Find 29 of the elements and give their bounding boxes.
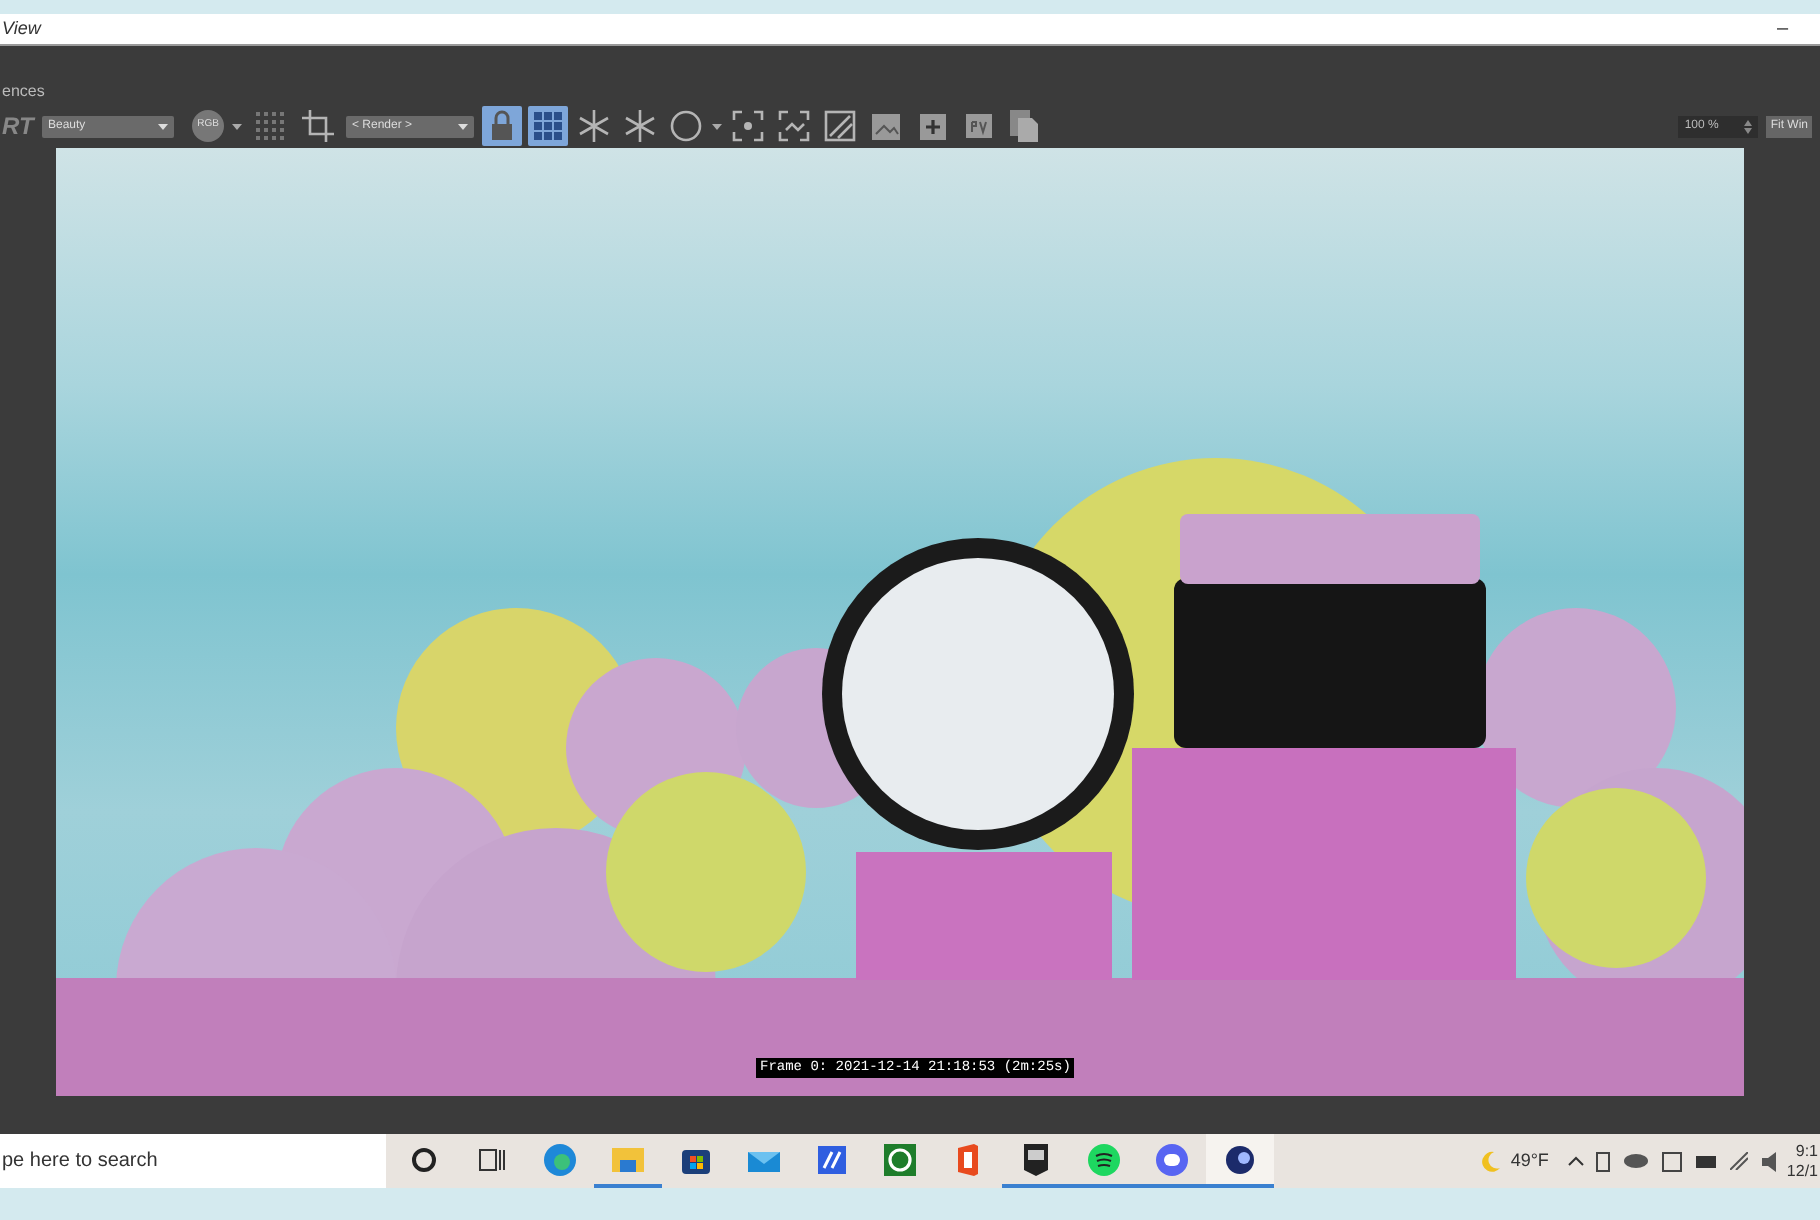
device-icon[interactable] bbox=[1596, 1151, 1611, 1171]
weather-text: 49°F bbox=[1510, 1147, 1549, 1174]
caret-icon bbox=[158, 123, 168, 129]
lock-icon[interactable] bbox=[482, 106, 522, 146]
chevron-up-icon[interactable] bbox=[1568, 1156, 1585, 1166]
minimize-button[interactable]: – bbox=[1768, 19, 1796, 39]
search-field[interactable]: pe here to search bbox=[0, 1134, 386, 1188]
snowflake-icon[interactable] bbox=[574, 106, 614, 146]
hatched-square-icon[interactable] bbox=[820, 106, 860, 146]
region-icon[interactable] bbox=[774, 106, 814, 146]
weather-icon bbox=[1478, 1149, 1503, 1173]
monitor-icon[interactable] bbox=[1662, 1151, 1683, 1171]
caret-icon bbox=[458, 123, 468, 129]
clock-date: 12/1 bbox=[1786, 1161, 1818, 1181]
circle-icon[interactable] bbox=[666, 106, 706, 146]
caret-icon bbox=[232, 123, 242, 129]
window-title: View bbox=[2, 15, 41, 42]
snowflake-icon[interactable] bbox=[620, 106, 660, 146]
crop-icon[interactable] bbox=[298, 106, 338, 146]
clock-time: 9:1 bbox=[1795, 1141, 1818, 1161]
grid-icon[interactable] bbox=[528, 106, 568, 146]
grid-dots-icon[interactable] bbox=[250, 106, 290, 146]
focus-icon[interactable] bbox=[728, 106, 768, 146]
stepper-icon bbox=[1744, 119, 1753, 133]
caret-icon bbox=[712, 123, 722, 129]
menu-item[interactable]: ences bbox=[2, 80, 45, 104]
app-logo: RT bbox=[2, 110, 34, 144]
speaker-icon[interactable] bbox=[1762, 1151, 1777, 1171]
copy-icon[interactable] bbox=[1004, 106, 1044, 146]
